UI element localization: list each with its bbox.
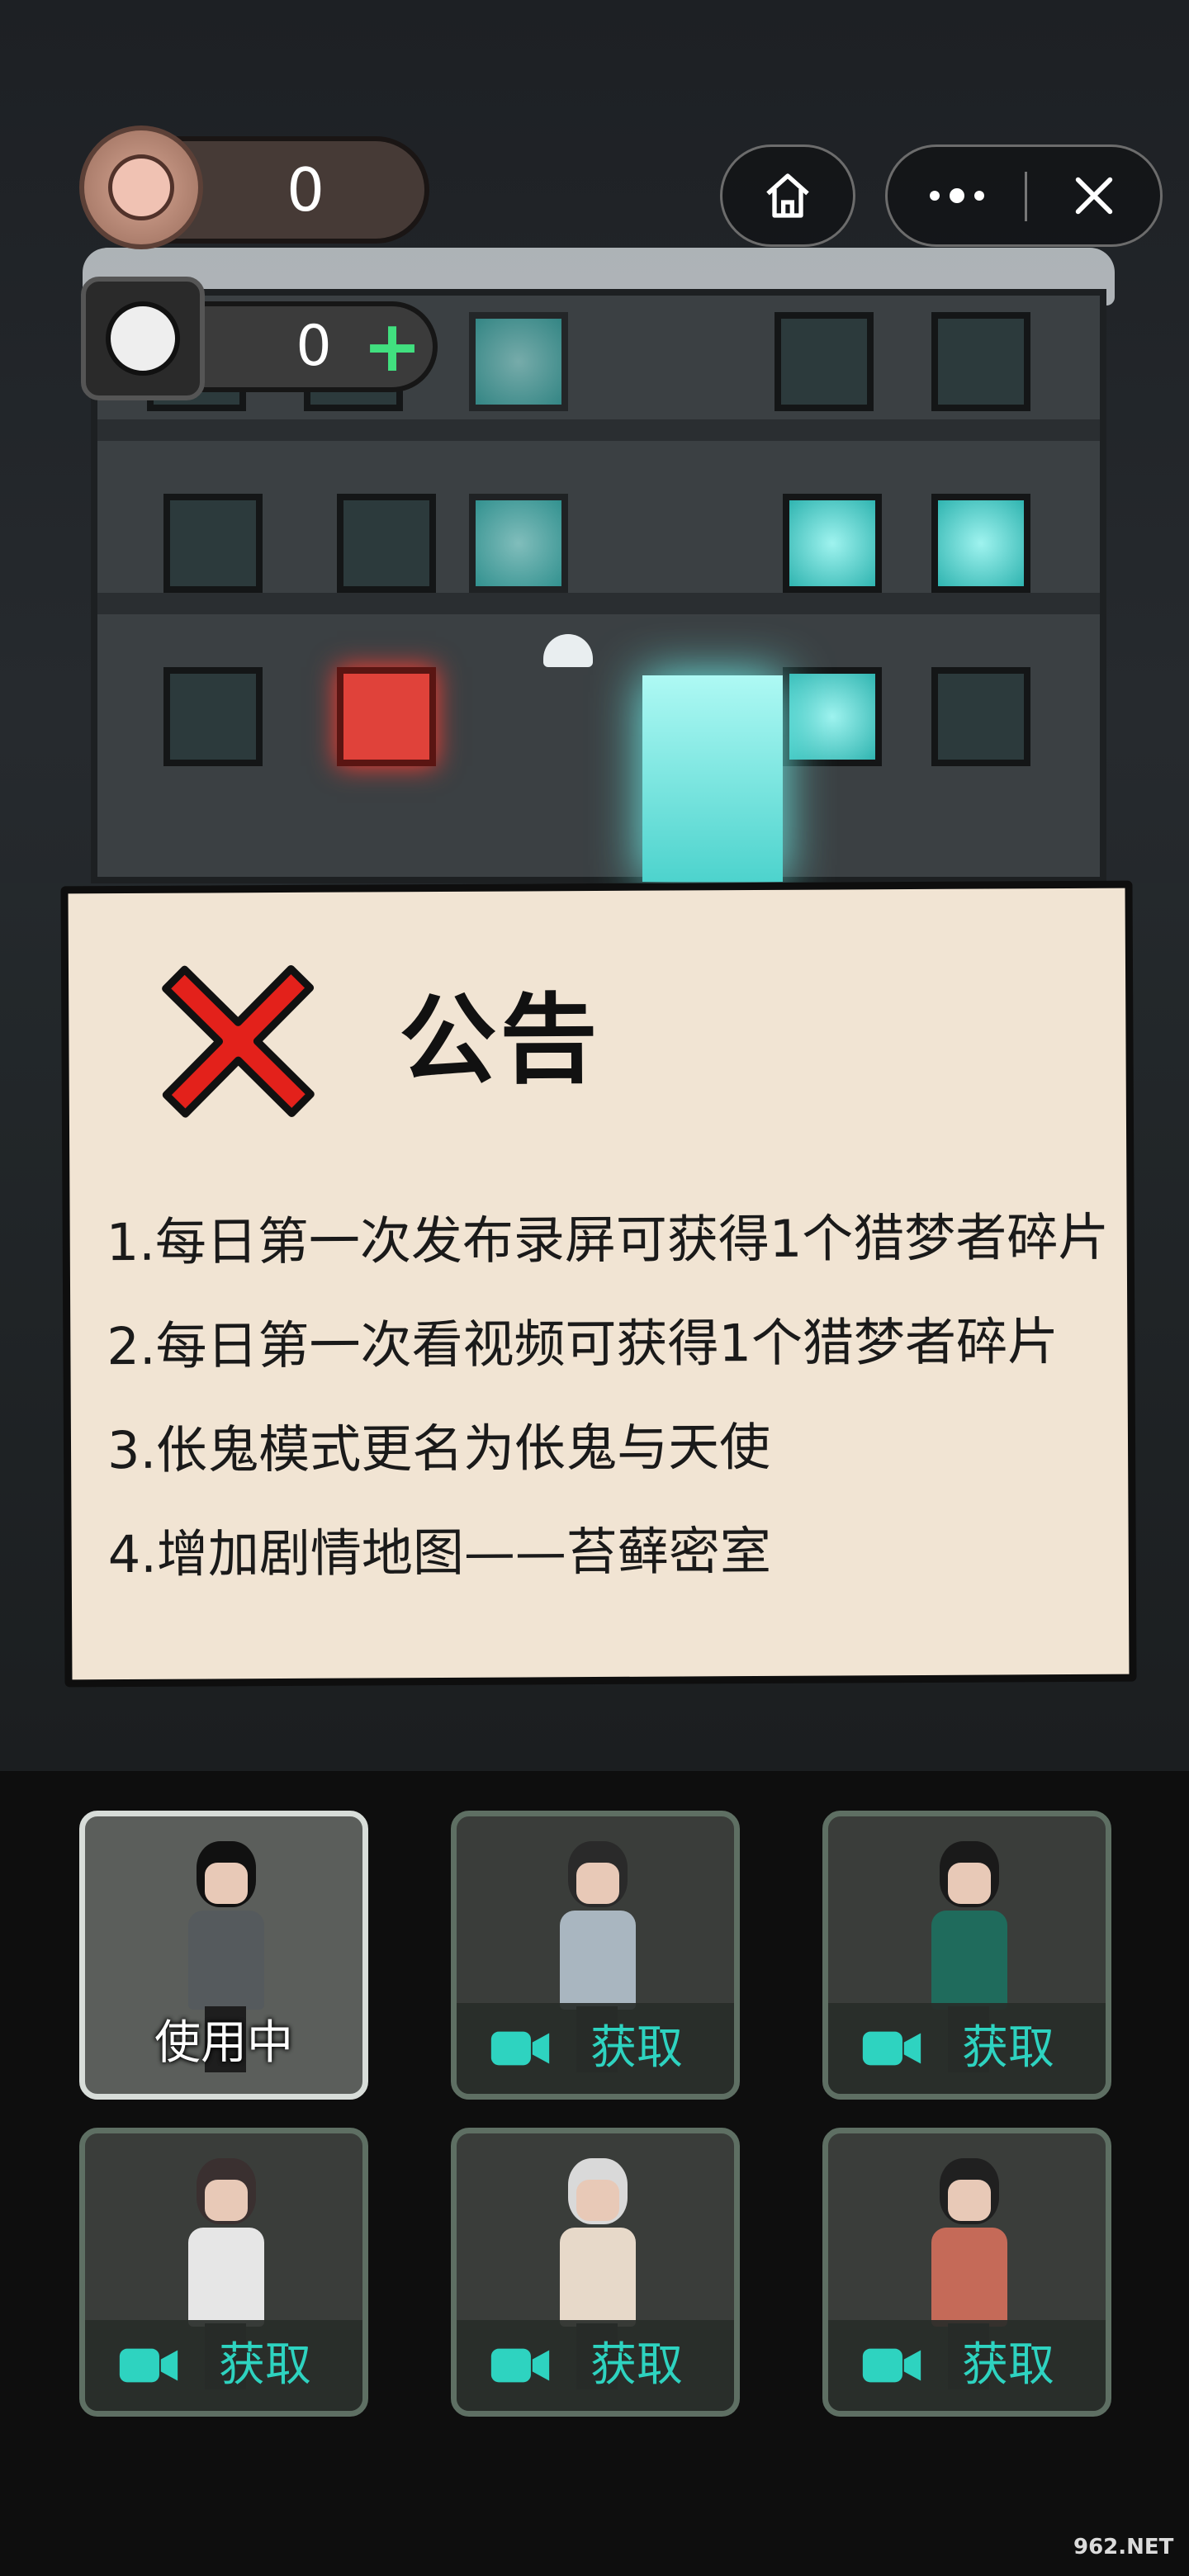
- window: [337, 494, 436, 593]
- announcement-line: 2.每日第一次看视频可获得1个猎梦者碎片: [107, 1311, 1059, 1377]
- lit-window: [783, 667, 882, 766]
- get-button[interactable]: 获取: [590, 2018, 722, 2079]
- close-button[interactable]: [1028, 147, 1160, 244]
- get-button[interactable]: 获取: [590, 2335, 722, 2396]
- video-camera-icon: [490, 2031, 550, 2066]
- floor-divider: [97, 419, 1100, 441]
- pig-face-icon: [79, 125, 203, 249]
- red-window: [337, 667, 436, 766]
- announcement-line: 4.增加剧情地图——苔藓密室: [107, 1520, 772, 1585]
- lit-window: [783, 494, 882, 593]
- lit-window: [931, 494, 1030, 593]
- floor-divider: [97, 593, 1100, 614]
- get-button[interactable]: 获取: [219, 2335, 351, 2396]
- get-button[interactable]: 获取: [962, 2335, 1094, 2396]
- shard-count: 0: [296, 314, 332, 379]
- video-camera-icon: [862, 2348, 921, 2383]
- character-card[interactable]: 获取: [822, 2128, 1111, 2417]
- plus-icon[interactable]: +: [355, 310, 429, 384]
- red-x-icon[interactable]: [143, 946, 334, 1137]
- get-button[interactable]: 获取: [962, 2018, 1094, 2079]
- more-icon: [930, 191, 940, 201]
- video-camera-icon: [862, 2031, 921, 2066]
- street-lamp: [543, 634, 593, 667]
- window: [469, 494, 568, 593]
- announcement-line: 1.每日第一次发布录屏可获得1个猎梦者碎片: [106, 1206, 1110, 1273]
- character-card[interactable]: 获取: [451, 2128, 740, 2417]
- announcement-line: 3.伥鬼模式更名为伥鬼与天使: [107, 1416, 771, 1481]
- window: [163, 494, 263, 593]
- character-panel: 使用中 获取 获取 获取 获取 获取: [0, 1771, 1189, 2576]
- video-camera-icon: [119, 2348, 178, 2383]
- puzzle-piece-icon: [81, 277, 205, 400]
- window: [469, 312, 568, 411]
- close-icon: [1075, 177, 1113, 215]
- character-card-in-use[interactable]: 使用中: [79, 1811, 368, 2100]
- home-button[interactable]: [720, 144, 855, 247]
- window: [163, 667, 263, 766]
- more-button[interactable]: [888, 147, 1026, 244]
- announcement-title: 公告: [399, 982, 601, 1098]
- video-camera-icon: [490, 2348, 550, 2383]
- capsule-divider: [1025, 172, 1027, 221]
- coin-count: 0: [287, 155, 324, 225]
- capsule-menu: [885, 144, 1163, 247]
- site-watermark: 962.NET: [1073, 2535, 1174, 2559]
- in-use-label: 使用中: [154, 2016, 293, 2070]
- announcement-list: 1.每日第一次发布录屏可获得1个猎梦者碎片 2.每日第一次看视频可获得1个猎梦者…: [106, 1186, 1110, 1607]
- glowing-door: [642, 675, 783, 882]
- character-card[interactable]: 获取: [79, 2128, 368, 2417]
- announcement-panel: 公告 1.每日第一次发布录屏可获得1个猎梦者碎片 2.每日第一次看视频可获得1个…: [60, 880, 1137, 1688]
- window: [775, 312, 874, 411]
- home-icon: [766, 173, 809, 218]
- character-card[interactable]: 获取: [822, 1811, 1111, 2100]
- window: [931, 312, 1030, 411]
- window: [931, 667, 1030, 766]
- character-card[interactable]: 获取: [451, 1811, 740, 2100]
